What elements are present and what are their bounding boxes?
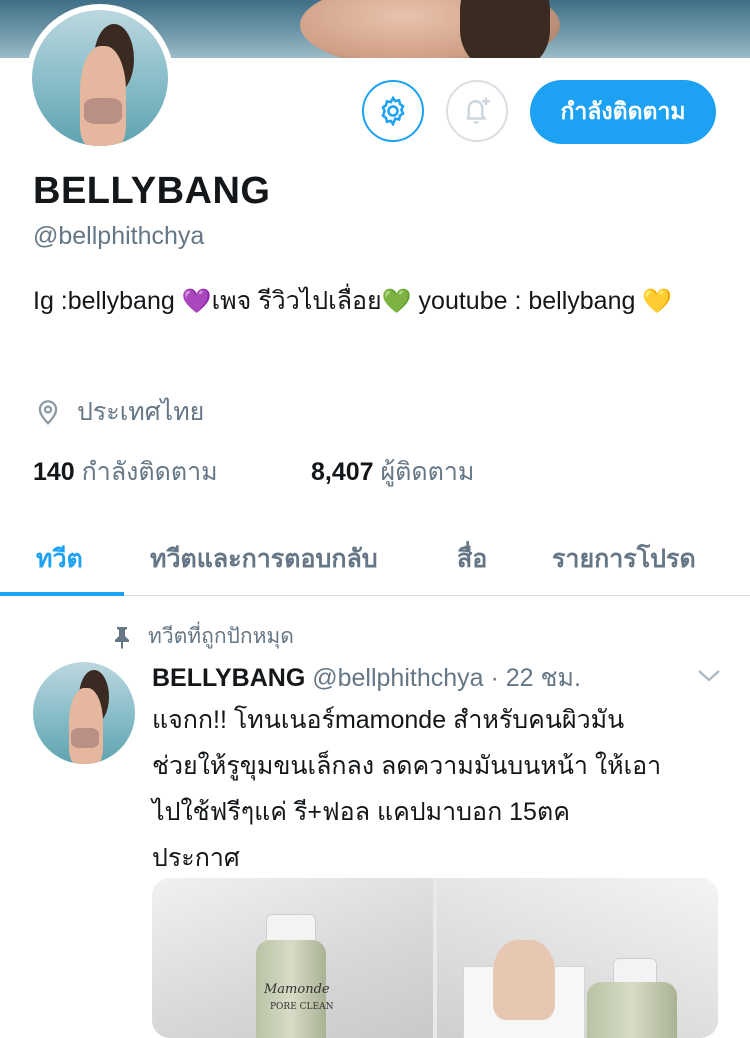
pinned-text: ทวีตที่ถูกปักหมุด bbox=[148, 625, 294, 648]
followers-count: 8,407 bbox=[311, 458, 374, 486]
tweet-media[interactable]: Mamonde PORE CLEAN bbox=[152, 878, 718, 1038]
toner-bottle-2 bbox=[587, 982, 677, 1038]
tweet-author-handle[interactable]: @bellphithchya bbox=[312, 664, 483, 692]
tweet-avatar-figure-swimsuit bbox=[71, 728, 99, 748]
bio-text-1: Ig :bellybang bbox=[33, 287, 182, 315]
tweet-author-avatar[interactable] bbox=[33, 662, 135, 764]
tab-likes[interactable]: รายการโปรด bbox=[552, 539, 696, 579]
tab-tweets[interactable]: ทวีต bbox=[36, 539, 83, 579]
following-label: กำลังติดตาม bbox=[81, 458, 218, 486]
hand bbox=[493, 940, 555, 1020]
following-count: 140 bbox=[33, 458, 75, 486]
settings-button[interactable] bbox=[362, 80, 424, 142]
tweet-line: ช่วยให้รูขุมขนเล็กลง ลดความมันบนหน้า ให้… bbox=[152, 752, 662, 780]
tweet-header: BELLYBANG @bellphithchya · 22 ชม. bbox=[152, 658, 581, 698]
profile-tabs: ทวีต ทวีตและการตอบกลับ สื่อ รายการโปรด bbox=[0, 515, 750, 596]
tweet-options-button[interactable] bbox=[696, 668, 722, 689]
avatar-photo bbox=[32, 10, 168, 146]
following-button[interactable]: กำลังติดตาม bbox=[530, 80, 716, 144]
chevron-down-icon bbox=[698, 670, 720, 682]
bell-plus-icon bbox=[466, 97, 490, 124]
tweet-separator: · bbox=[483, 664, 506, 692]
tweet-media-photo-1[interactable]: Mamonde PORE CLEAN bbox=[152, 878, 433, 1038]
gear-icon bbox=[381, 95, 405, 127]
banner-photo-hair bbox=[460, 0, 550, 58]
tweet-avatar-photo bbox=[33, 662, 135, 764]
following-stat[interactable]: 140 กำลังติดตาม bbox=[33, 458, 218, 486]
avatar-figure-body bbox=[80, 46, 126, 146]
profile-avatar[interactable] bbox=[26, 4, 174, 152]
active-tab-indicator bbox=[0, 592, 124, 596]
tweet-line: แจกก!! โทนเนอร์mamonde สำหรับคนผิวมัน bbox=[152, 706, 625, 734]
purple-heart-icon: 💜 bbox=[181, 288, 212, 315]
followers-label: ผู้ติดตาม bbox=[380, 458, 475, 486]
user-handle: @bellphithchya bbox=[33, 222, 205, 250]
tweet-media-photo-2[interactable] bbox=[437, 878, 718, 1038]
bottle-brand-text: Mamonde bbox=[264, 982, 330, 997]
tweet-line: ไปใช้ฟรีๆแค่ รี+ฟอล แคปมาบอก 15ตค bbox=[152, 798, 570, 826]
tweet-body: แจกก!! โทนเนอร์mamonde สำหรับคนผิวมัน ช่… bbox=[152, 697, 737, 881]
avatar-figure-swimsuit bbox=[84, 98, 122, 124]
tweet-author-name[interactable]: BELLYBANG bbox=[152, 664, 305, 692]
tweet-time[interactable]: 22 ชม. bbox=[506, 664, 581, 692]
bio-text-2: เพจ รีวิวไปเลื่อย bbox=[211, 287, 382, 315]
tab-tweets-and-replies[interactable]: ทวีตและการตอบกลับ bbox=[150, 539, 378, 579]
followers-stat[interactable]: 8,407 ผู้ติดตาม bbox=[311, 452, 474, 492]
tweet-line: ประกาศ bbox=[152, 844, 240, 872]
profile-stats: 140 กำลังติดตาม 8,407 ผู้ติดตาม bbox=[33, 452, 474, 492]
location-pin-icon bbox=[38, 400, 58, 425]
notify-button[interactable] bbox=[446, 80, 508, 142]
yellow-heart-icon: 💛 bbox=[642, 288, 673, 315]
pin-icon bbox=[115, 626, 129, 649]
profile-bio: Ig :bellybang 💜เพจ รีวิวไปเลื่อย💚 youtub… bbox=[33, 276, 713, 327]
bio-text-3: youtube : bellybang bbox=[411, 287, 643, 315]
bottle-product-text: PORE CLEAN bbox=[270, 1002, 334, 1012]
tweet-avatar-figure-body bbox=[69, 688, 103, 764]
tab-media[interactable]: สื่อ bbox=[457, 539, 487, 579]
profile-location: ประเทศไทย bbox=[33, 392, 204, 432]
pinned-tweet-label: ทวีตที่ถูกปักหมุด bbox=[112, 620, 294, 653]
green-heart-icon: 💚 bbox=[381, 288, 412, 315]
display-name: BELLYBANG bbox=[33, 170, 271, 212]
location-text: ประเทศไทย bbox=[77, 398, 205, 426]
